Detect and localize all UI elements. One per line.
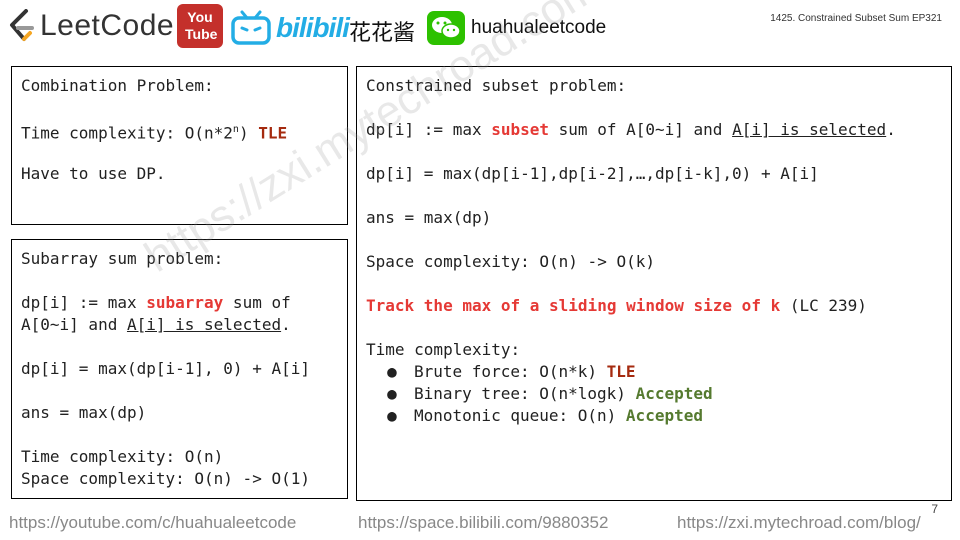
combination-title: Combination Problem: [21,76,214,95]
approach-verdict: TLE [606,362,636,381]
def-highlight: subset [491,120,550,139]
def-highlight: subarray [146,293,224,312]
approach-list: ● Brute force: O(n*k) TLE ● Binary tree:… [366,361,942,427]
header: LeetCode You Tube bilibili 花花酱 huahualee… [0,0,960,56]
bilibili-brand: bilibili [276,12,350,43]
footer-blog-link[interactable]: https://zxi.mytechroad.com/blog/ [677,513,921,533]
youtube-brand: You Tube [185,9,218,42]
combination-problem-box: Combination Problem: Time complexity: O(… [11,66,348,225]
approach-verdict: Accepted [635,384,713,403]
subarray-problem-box: Subarray sum problem: dp[i] := max subar… [11,239,348,499]
episode-title: 1425. Constrained Subset Sum EP321 [770,13,942,24]
approach-text: Brute force: O(n*k) [414,362,607,381]
def-line2-underlined: A[i] is selected [126,315,282,334]
approach-text: Binary tree: O(n*logk) [414,384,636,403]
constrained-time-title: Time complexity: [366,340,521,359]
def-line2-prefix: A[0~i] and [21,315,127,334]
leetcode-brand: LeetCode [40,9,175,42]
bullet-icon: ● [387,362,397,381]
subarray-recurrence: dp[i] = max(dp[i-1], 0) + A[i] [21,359,310,378]
constrained-subset-box: Constrained subset problem: dp[i] := max… [356,66,952,501]
leetcode-icon [10,9,34,41]
approach-verdict: Accepted [625,406,703,425]
tc-suffix: ) [238,123,259,143]
def-suffix: . [886,120,896,139]
combination-time-complexity: Time complexity: O(n*2n) TLE [21,119,338,143]
def-underlined: A[i] is selected [732,120,887,139]
def-line2-suffix: . [281,315,291,334]
footer-youtube-link[interactable]: https://youtube.com/c/huahualeetcode [9,513,296,533]
track-suffix: (LC 239) [780,296,867,315]
tle-verdict: TLE [258,123,288,143]
list-item: ● Brute force: O(n*k) TLE [366,361,942,383]
constrained-recurrence: dp[i] = max(dp[i-1],dp[i-2],…,dp[i-k],0)… [366,164,819,183]
def-prefix: dp[i] := max [21,293,147,312]
subarray-definition: dp[i] := max subarray sum of [21,292,338,314]
subarray-answer: ans = max(dp) [21,403,147,422]
list-item: ● Monotonic queue: O(n) Accepted [366,405,942,427]
youtube-logo: You Tube [177,4,223,48]
list-item: ● Binary tree: O(n*logk) Accepted [366,383,942,405]
leetcode-logo: LeetCode [6,8,174,44]
subarray-time-complexity: Time complexity: O(n) [21,447,224,466]
approach-text: Monotonic queue: O(n) [414,406,626,425]
author-name-zh: 花花酱 [349,21,416,46]
subarray-title: Subarray sum problem: [21,249,224,268]
bullet-icon: ● [387,384,397,403]
constrained-title: Constrained subset problem: [366,76,627,95]
constrained-space-complexity: Space complexity: O(n) -> O(k) [366,252,655,271]
track-highlight: Track the max of a sliding window size o… [366,296,781,315]
footer-bilibili-link[interactable]: https://space.bilibili.com/9880352 [358,513,608,533]
bilibili-tv-icon [231,10,271,45]
def-mid: sum of A[0~i] and [549,120,733,139]
def-suffix: sum of [223,293,291,312]
page-number: 7 [931,502,938,516]
bullet-icon: ● [387,406,397,425]
author-handle: huahualeetcode [471,17,607,38]
constrained-definition: dp[i] := max subset sum of A[0~i] and A[… [366,119,942,141]
wechat-icon [427,11,465,45]
combination-note: Have to use DP. [21,164,166,183]
tc-prefix: Time complexity: O(n*2 [21,123,233,143]
def-prefix: dp[i] := max [366,120,492,139]
subarray-definition-line2: A[0~i] and A[i] is selected. [21,314,338,336]
sliding-window-note: Track the max of a sliding window size o… [366,295,942,317]
constrained-answer: ans = max(dp) [366,208,492,227]
subarray-space-complexity: Space complexity: O(n) -> O(1) [21,469,310,488]
